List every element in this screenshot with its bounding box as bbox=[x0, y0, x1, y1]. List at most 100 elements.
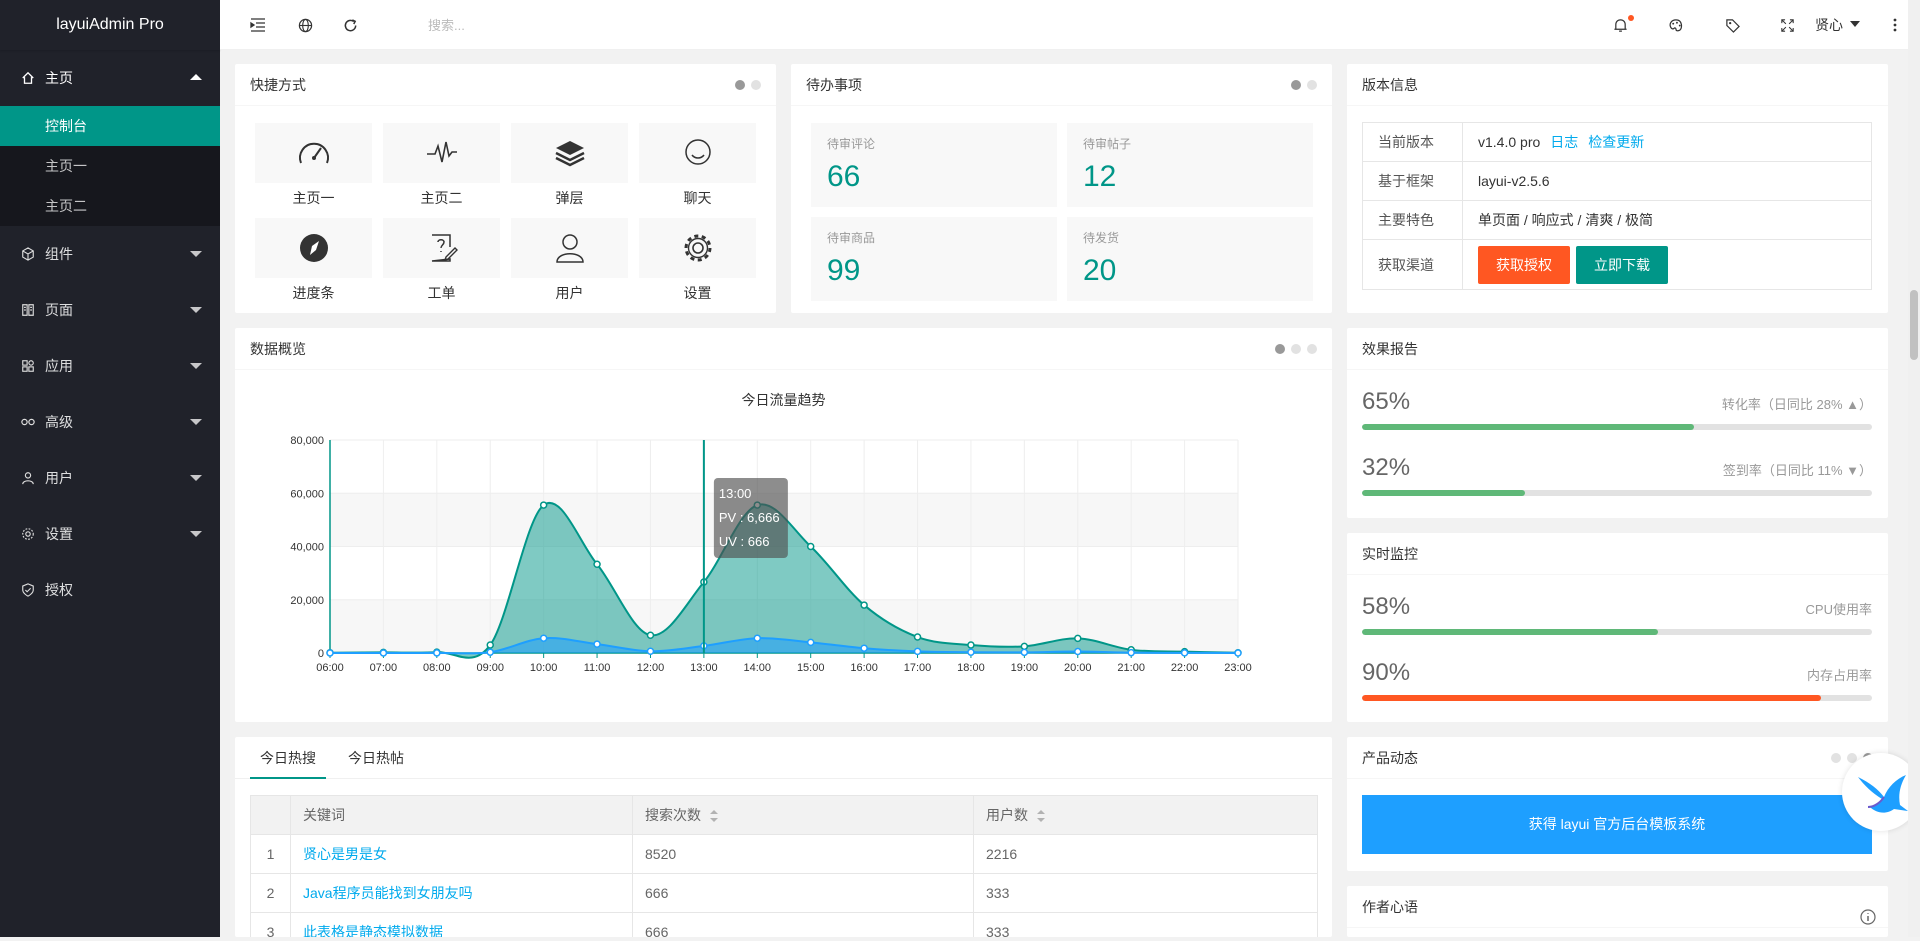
changelog-link[interactable]: 日志 bbox=[1550, 134, 1578, 150]
traffic-chart[interactable]: 0 20,000 40,000 60,000 80,000 06:00 07:00 08:00… bbox=[235, 328, 1332, 722]
sidebar-item-component[interactable]: 组件 bbox=[0, 226, 220, 282]
data-point bbox=[539, 634, 548, 642]
sidebar-item-senior[interactable]: 高级 bbox=[0, 394, 220, 450]
senior-icon bbox=[20, 394, 36, 450]
card-title: 产品动态 bbox=[1362, 750, 1418, 766]
shortcut-ticket[interactable]: 工单 bbox=[383, 218, 500, 308]
sidebar-nav: 主页 控制台 主页一 主页二 组件 页面 应用 高级 用户 设置 授权 bbox=[0, 50, 220, 618]
search-input[interactable] bbox=[428, 14, 628, 36]
sidebar-item-page[interactable]: 页面 bbox=[0, 282, 220, 338]
shortcut-home1[interactable]: 主页一 bbox=[255, 123, 372, 213]
gauge-icon bbox=[298, 142, 329, 164]
col-count[interactable]: 搜索次数 bbox=[632, 795, 974, 835]
download-button[interactable]: 立即下载 bbox=[1576, 245, 1668, 284]
theme-icon[interactable] bbox=[1656, 0, 1696, 50]
todo-item-shipping[interactable]: 待发货 20 bbox=[1067, 217, 1313, 301]
todo-value: 99 bbox=[827, 254, 861, 287]
user-count: 2216 bbox=[973, 834, 1318, 874]
card-header: 产品动态 bbox=[1347, 737, 1888, 779]
sidebar: layuiAdmin Pro 主页 控制台 主页一 主页二 组件 页面 应用 高… bbox=[0, 0, 220, 937]
shortcut-settings[interactable]: 设置 bbox=[639, 218, 756, 308]
tag-icon[interactable] bbox=[1712, 0, 1752, 50]
sidebar-item-app[interactable]: 应用 bbox=[0, 338, 220, 394]
todo-item-posts[interactable]: 待审帖子 12 bbox=[1067, 123, 1313, 207]
y-tick-label: 40,000 bbox=[290, 542, 324, 554]
carousel-dots[interactable] bbox=[735, 80, 761, 90]
data-point bbox=[433, 649, 441, 657]
refresh-icon[interactable] bbox=[330, 0, 370, 50]
keyword-link[interactable]: 此表格是静态模拟数据 bbox=[303, 924, 443, 937]
menu-shrink-icon[interactable] bbox=[238, 0, 278, 50]
home-icon bbox=[20, 50, 36, 106]
shortcut-user[interactable]: 用户 bbox=[511, 218, 628, 308]
data-point bbox=[913, 647, 922, 656]
bell-icon[interactable] bbox=[1600, 0, 1640, 50]
col-keyword[interactable]: 关键词 bbox=[290, 795, 633, 835]
sidebar-item-settings[interactable]: 设置 bbox=[0, 506, 220, 562]
version-key: 获取渠道 bbox=[1362, 239, 1463, 290]
keyword-link[interactable]: 贤心是男是女 bbox=[303, 846, 387, 862]
carousel-dots[interactable] bbox=[1291, 80, 1317, 90]
carousel-dot[interactable] bbox=[751, 80, 761, 90]
card-header: 效果报告 bbox=[1347, 328, 1888, 370]
col-label: 搜索次数 bbox=[645, 807, 701, 823]
progress-bar bbox=[1362, 629, 1872, 635]
x-tick-label: 15:00 bbox=[797, 662, 825, 674]
card-header: 作者心语 bbox=[1347, 886, 1888, 928]
data-point bbox=[806, 638, 815, 647]
data-point bbox=[1020, 648, 1029, 657]
info-icon[interactable] bbox=[1860, 899, 1876, 941]
x-tick-label: 13:00 bbox=[690, 662, 718, 674]
version-key: 基于框架 bbox=[1362, 161, 1463, 201]
sort-icon[interactable] bbox=[709, 810, 719, 823]
col-users[interactable]: 用户数 bbox=[973, 795, 1318, 835]
todo-item-goods[interactable]: 待审商品 99 bbox=[811, 217, 1057, 301]
card-header: 待办事项 bbox=[791, 64, 1332, 106]
app-logo[interactable]: layuiAdmin Pro bbox=[0, 0, 220, 50]
sidebar-item-home[interactable]: 主页 bbox=[0, 50, 220, 106]
data-point bbox=[860, 601, 868, 609]
x-tick-label: 19:00 bbox=[1011, 662, 1039, 674]
carousel-dot[interactable] bbox=[1307, 80, 1317, 90]
x-tick-label: 14:00 bbox=[744, 662, 772, 674]
scrollbar-thumb[interactable] bbox=[1910, 290, 1918, 360]
globe-icon[interactable] bbox=[285, 0, 325, 50]
chevron-down-icon bbox=[190, 475, 202, 481]
layers-icon bbox=[554, 141, 585, 167]
sidebar-subitem-console[interactable]: 控制台 bbox=[0, 106, 220, 146]
data-point bbox=[379, 649, 388, 657]
data-point bbox=[1020, 642, 1029, 651]
sidebar-subitem-home2[interactable]: 主页二 bbox=[0, 186, 220, 226]
sidebar-subitem-home1[interactable]: 主页一 bbox=[0, 146, 220, 186]
carousel-dot[interactable] bbox=[735, 80, 745, 90]
page-scrollbar[interactable] bbox=[1908, 0, 1920, 937]
chevron-down-icon bbox=[1850, 21, 1860, 27]
y-tick-label: 80,000 bbox=[290, 435, 324, 447]
shortcut-progress[interactable]: 进度条 bbox=[255, 218, 372, 308]
shortcut-home2[interactable]: 主页二 bbox=[383, 123, 500, 213]
shortcut-label: 设置 bbox=[683, 285, 712, 301]
ticket-icon bbox=[431, 234, 458, 262]
product-banner[interactable]: 获得 layui 官方后台模板系统 bbox=[1362, 795, 1872, 854]
shortcut-chat[interactable]: 聊天 bbox=[639, 123, 756, 213]
card-title: 版本信息 bbox=[1362, 77, 1418, 93]
user-menu[interactable]: 贤心 bbox=[1815, 0, 1843, 50]
tab-hot-search[interactable]: 今日热搜 bbox=[250, 737, 326, 779]
carousel-dot[interactable] bbox=[1831, 753, 1841, 763]
sidebar-item-auth[interactable]: 授权 bbox=[0, 562, 220, 618]
monitor-card: 实时监控 58% CPU使用率 90% 内存占用率 bbox=[1347, 533, 1888, 722]
card-header: 快捷方式 bbox=[235, 64, 776, 106]
app-icon bbox=[20, 338, 36, 394]
fullscreen-icon[interactable] bbox=[1767, 0, 1807, 50]
todo-item-comments[interactable]: 待审评论 66 bbox=[811, 123, 1057, 207]
keyword-link[interactable]: Java程序员能找到女朋友吗 bbox=[303, 885, 473, 901]
col-label: 用户数 bbox=[986, 807, 1028, 823]
shortcut-layer[interactable]: 弹层 bbox=[511, 123, 628, 213]
gear-icon bbox=[684, 234, 711, 262]
carousel-dot[interactable] bbox=[1291, 80, 1301, 90]
tab-hot-posts[interactable]: 今日热帖 bbox=[338, 737, 414, 779]
check-update-link[interactable]: 检查更新 bbox=[1588, 134, 1644, 150]
get-license-button[interactable]: 获取授权 bbox=[1478, 245, 1570, 284]
sidebar-item-user[interactable]: 用户 bbox=[0, 450, 220, 506]
sort-icon[interactable] bbox=[1036, 810, 1046, 823]
